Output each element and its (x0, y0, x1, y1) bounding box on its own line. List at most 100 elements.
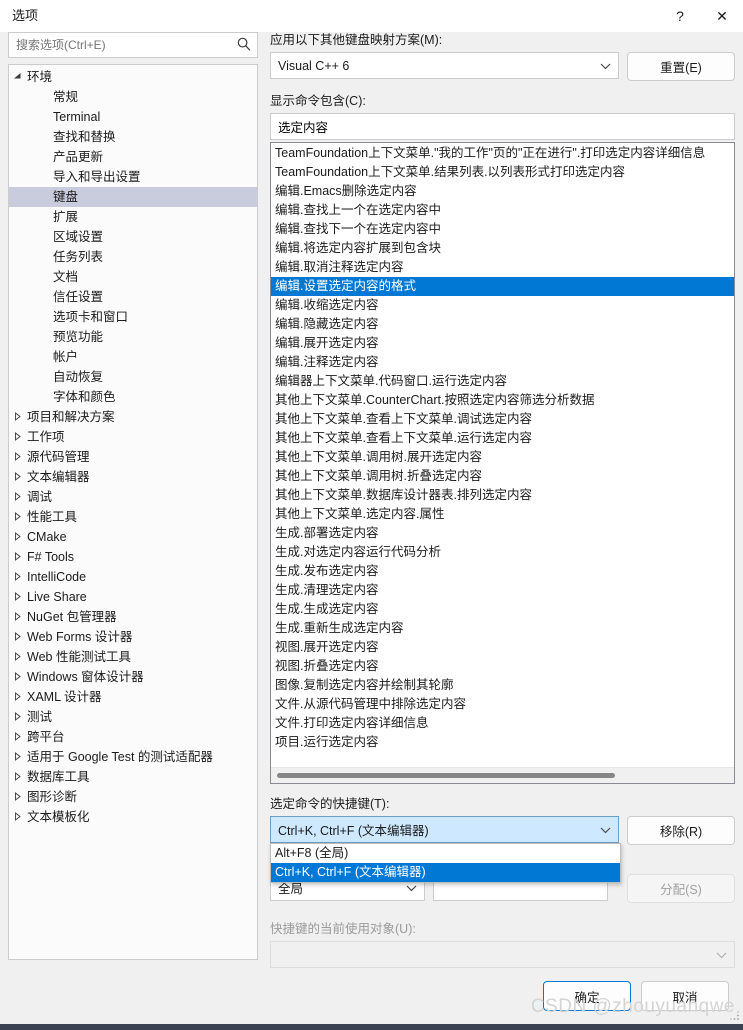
command-list-item[interactable]: 其他上下文菜单.调用树.折叠选定内容 (271, 467, 734, 486)
chevron-collapsed-icon (9, 467, 25, 487)
command-list[interactable]: TeamFoundation上下文菜单."我的工作"页的"正在进行".打印选定内… (270, 142, 735, 784)
keyboard-scheme-combo[interactable]: Visual C++ 6 (270, 52, 619, 79)
command-list-item[interactable]: 编辑.收缩选定内容 (271, 296, 734, 315)
sidebar-item-28[interactable]: Web Forms 设计器 (9, 627, 257, 647)
sidebar-item-15[interactable]: 自动恢复 (9, 367, 257, 387)
sidebar-item-17[interactable]: 项目和解决方案 (9, 407, 257, 427)
chevron-collapsed-icon (9, 447, 25, 467)
remove-shortcut-button[interactable]: 移除(R) (627, 816, 735, 845)
sidebar-item-8[interactable]: 区域设置 (9, 227, 257, 247)
sidebar-item-3[interactable]: 查找和替换 (9, 127, 257, 147)
command-list-item[interactable]: 其他上下文菜单.数据库设计器表.排列选定内容 (271, 486, 734, 505)
command-list-item[interactable]: 其他上下文菜单.查看上下文菜单.调试选定内容 (271, 410, 734, 429)
command-list-item[interactable]: 其他上下文菜单.调用树.展开选定内容 (271, 448, 734, 467)
window-controls: ? ✕ (659, 0, 743, 32)
command-list-item[interactable]: 生成.生成选定内容 (271, 600, 734, 619)
shortcut-dropdown-list[interactable]: Alt+F8 (全局) Ctrl+K, Ctrl+F (文本编辑器) (270, 843, 621, 883)
command-list-hscrollbar[interactable] (271, 767, 734, 783)
command-list-item[interactable]: 编辑.隐藏选定内容 (271, 315, 734, 334)
sidebar-item-12[interactable]: 选项卡和窗口 (9, 307, 257, 327)
hscrollbar-thumb[interactable] (277, 773, 616, 778)
sidebar-item-25[interactable]: IntelliCode (9, 567, 257, 587)
sidebar-item-26[interactable]: Live Share (9, 587, 257, 607)
sidebar-item-34[interactable]: 适用于 Google Test 的测试适配器 (9, 747, 257, 767)
sidebar-item-10[interactable]: 文档 (9, 267, 257, 287)
sidebar-item-0[interactable]: 环境 (9, 67, 257, 87)
sidebar-item-33[interactable]: 跨平台 (9, 727, 257, 747)
command-list-item[interactable]: 编辑.注释选定内容 (271, 353, 734, 372)
command-list-item[interactable]: 其他上下文菜单.查看上下文菜单.运行选定内容 (271, 429, 734, 448)
command-list-items[interactable]: TeamFoundation上下文菜单."我的工作"页的"正在进行".打印选定内… (271, 143, 734, 767)
shortcut-combo[interactable]: Ctrl+K, Ctrl+F (文本编辑器) (270, 816, 619, 843)
command-list-item[interactable]: 视图.展开选定内容 (271, 638, 734, 657)
used-by-combo[interactable] (270, 941, 735, 968)
command-list-item[interactable]: 编辑.查找下一个在选定内容中 (271, 220, 734, 239)
command-list-item[interactable]: 编辑.取消注释选定内容 (271, 258, 734, 277)
command-list-item[interactable]: 文件.从源代码管理中排除选定内容 (271, 695, 734, 714)
chevron-collapsed-icon (9, 567, 25, 587)
command-list-item[interactable]: 生成.重新生成选定内容 (271, 619, 734, 638)
sidebar-item-13[interactable]: 预览功能 (9, 327, 257, 347)
command-list-item[interactable]: 其他上下文菜单.CounterChart.按照选定内容筛选分析数据 (271, 391, 734, 410)
command-list-item[interactable]: 图像.复制选定内容并绘制其轮廓 (271, 676, 734, 695)
sidebar-item-2[interactable]: Terminal (9, 107, 257, 127)
sidebar-item-18[interactable]: 工作项 (9, 427, 257, 447)
sidebar-item-9[interactable]: 任务列表 (9, 247, 257, 267)
sidebar-item-20[interactable]: 文本编辑器 (9, 467, 257, 487)
command-list-item[interactable]: TeamFoundation上下文菜单."我的工作"页的"正在进行".打印选定内… (271, 144, 734, 163)
sidebar-item-23[interactable]: CMake (9, 527, 257, 547)
command-list-item[interactable]: 生成.对选定内容运行代码分析 (271, 543, 734, 562)
sidebar-item-4[interactable]: 产品更新 (9, 147, 257, 167)
sidebar-item-5[interactable]: 导入和导出设置 (9, 167, 257, 187)
sidebar-item-6[interactable]: 键盘 (9, 187, 257, 207)
sidebar-item-14[interactable]: 帐户 (9, 347, 257, 367)
sidebar-item-35[interactable]: 数据库工具 (9, 767, 257, 787)
command-list-item[interactable]: 编辑.Emacs删除选定内容 (271, 182, 734, 201)
ok-button[interactable]: 确定 (543, 981, 631, 1011)
sidebar-item-16[interactable]: 字体和颜色 (9, 387, 257, 407)
command-list-item[interactable]: 编辑.将选定内容扩展到包含块 (271, 239, 734, 258)
sidebar-item-29[interactable]: Web 性能测试工具 (9, 647, 257, 667)
command-list-item[interactable]: 视图.折叠选定内容 (271, 657, 734, 676)
sidebar-item-24[interactable]: F# Tools (9, 547, 257, 567)
command-list-item[interactable]: TeamFoundation上下文菜单.结果列表.以列表形式打印选定内容 (271, 163, 734, 182)
sidebar-item-11[interactable]: 信任设置 (9, 287, 257, 307)
sidebar-item-7[interactable]: 扩展 (9, 207, 257, 227)
sidebar-item-27[interactable]: NuGet 包管理器 (9, 607, 257, 627)
command-list-item[interactable]: 生成.部署选定内容 (271, 524, 734, 543)
command-list-item[interactable]: 编辑.查找上一个在选定内容中 (271, 201, 734, 220)
sidebar-item-22[interactable]: 性能工具 (9, 507, 257, 527)
resize-grip-icon[interactable] (728, 1009, 740, 1021)
sidebar-item-19[interactable]: 源代码管理 (9, 447, 257, 467)
sidebar-item-31[interactable]: XAML 设计器 (9, 687, 257, 707)
command-list-item[interactable]: 生成.清理选定内容 (271, 581, 734, 600)
options-tree[interactable]: 环境 常规 Terminal 查找和替换 产品更新导入和导出设置键盘扩展区域设置 任务列表… (8, 64, 258, 960)
command-list-item[interactable]: 生成.发布选定内容 (271, 562, 734, 581)
close-button[interactable]: ✕ (701, 0, 743, 32)
sidebar-item-label: 导入和导出设置 (53, 170, 141, 184)
sidebar-item-label: IntelliCode (27, 570, 87, 584)
command-list-item[interactable]: 编辑.设置选定内容的格式 (271, 277, 734, 296)
reset-button[interactable]: 重置(E) (627, 52, 735, 81)
command-list-item[interactable]: 文件.打印选定内容详细信息 (271, 714, 734, 733)
sidebar-item-30[interactable]: Windows 窗体设计器 (9, 667, 257, 687)
sidebar-item-label: 扩展 (53, 210, 79, 224)
shortcut-dropdown-option[interactable]: Alt+F8 (全局) (271, 844, 620, 863)
sidebar-item-36[interactable]: 图形诊断 (9, 787, 257, 807)
command-list-item[interactable]: 其他上下文菜单.选定内容.属性 (271, 505, 734, 524)
sidebar-item-37[interactable]: 文本模板化 (9, 807, 257, 827)
help-button[interactable]: ? (659, 0, 701, 32)
shortcut-dropdown-option[interactable]: Ctrl+K, Ctrl+F (文本编辑器) (271, 863, 620, 882)
chevron-collapsed-icon (9, 767, 25, 787)
search-input[interactable] (8, 32, 258, 58)
command-list-item[interactable]: 编辑器上下文菜单.代码窗口.运行选定内容 (271, 372, 734, 391)
sidebar-item-1[interactable]: 常规 (9, 87, 257, 107)
cancel-button[interactable]: 取消 (641, 981, 729, 1011)
sidebar-item-32[interactable]: 测试 (9, 707, 257, 727)
command-list-item[interactable]: 编辑.展开选定内容 (271, 334, 734, 353)
sidebar-item-label: 文本编辑器 (27, 470, 90, 484)
command-list-item[interactable]: 项目.运行选定内容 (271, 733, 734, 752)
sidebar-item-21[interactable]: 调试 (9, 487, 257, 507)
command-filter-input[interactable] (270, 113, 735, 140)
assign-button[interactable]: 分配(S) (627, 874, 735, 903)
